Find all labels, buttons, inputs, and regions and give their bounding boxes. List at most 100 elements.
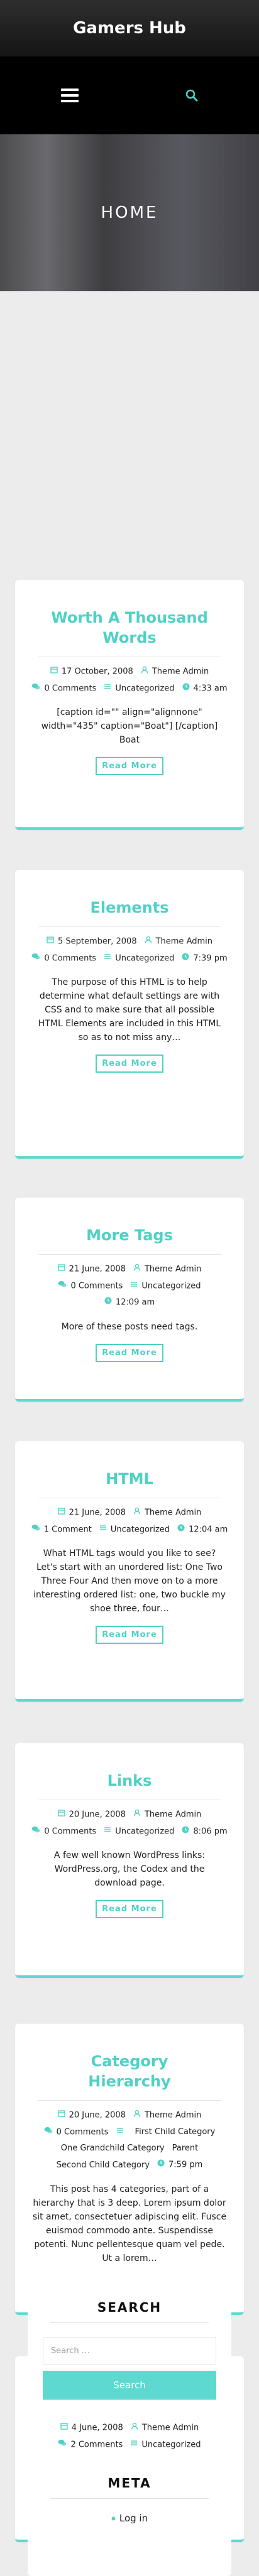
post-comments[interactable]: 0 Comments <box>31 1823 96 1840</box>
post-date[interactable]: 5 September, 2008 <box>47 933 137 950</box>
post-author[interactable]: Theme Admin <box>133 1505 201 1521</box>
post-card: More Tags 21 June, 2008 Theme Admin 0 Comme… <box>15 1198 244 1402</box>
post-author[interactable]: Theme Admin <box>133 1806 201 1823</box>
clock-icon <box>182 680 190 697</box>
post-category-label[interactable]: Uncategorized <box>141 2440 201 2449</box>
post-author[interactable]: Theme Admin <box>133 1261 201 1278</box>
post-title[interactable]: Worth A Thousand Words <box>48 608 211 648</box>
post-meta: 20 June, 2008 Theme Admin 0 Comments First … <box>26 2107 233 2174</box>
post-title[interactable]: Category Hierarchy <box>48 2051 211 2091</box>
post-date[interactable]: 21 June, 2008 <box>57 1261 126 1278</box>
read-more-button[interactable]: Read More <box>96 757 163 775</box>
read-more-button[interactable]: Read More <box>96 1900 163 1918</box>
post-comments-label[interactable]: 2 Comments <box>70 2440 123 2449</box>
calendar-icon <box>50 663 58 680</box>
post-author[interactable]: Theme Admin <box>145 933 212 950</box>
post-author-label[interactable]: Theme Admin <box>142 2423 199 2433</box>
post-card-content: Links 20 June, 2008 Theme Admin 0 Comments U… <box>15 1771 244 1918</box>
divider <box>50 2322 209 2323</box>
post-category-link[interactable]: One Grandchild Category <box>61 2140 165 2157</box>
post-comments-label[interactable]: 1 Comment <box>44 1525 92 1534</box>
post-date-label[interactable]: 17 October, 2008 <box>62 667 133 677</box>
post-category[interactable]: Uncategorized <box>104 680 175 697</box>
post-date-label[interactable]: 4 June, 2008 <box>72 2423 123 2433</box>
user-icon <box>145 933 152 950</box>
post-comments[interactable]: 0 Comments <box>31 950 96 967</box>
post-comments[interactable]: 1 Comment <box>31 1521 92 1538</box>
search-input[interactable] <box>43 2337 216 2364</box>
post-date[interactable]: 20 June, 2008 <box>57 2107 126 2124</box>
search-icon[interactable] <box>185 89 198 102</box>
divider <box>38 2100 221 2101</box>
clock-icon <box>157 2157 165 2173</box>
post-comments-label[interactable]: 0 Comments <box>44 1827 96 1836</box>
post-date[interactable]: 20 June, 2008 <box>57 1806 126 1823</box>
post-date-label[interactable]: 20 June, 2008 <box>69 1810 126 1820</box>
read-more-button[interactable]: Read More <box>96 1626 163 1644</box>
post-comments-label[interactable]: 0 Comments <box>44 953 96 963</box>
post-comments-label[interactable]: 0 Comments <box>57 2127 109 2137</box>
user-icon <box>133 2107 141 2123</box>
post-time-label: 12:09 am <box>115 1297 155 1307</box>
post-category-link[interactable]: First Child Category <box>135 2124 216 2140</box>
post-comments[interactable]: 0 Comments <box>58 1278 123 1295</box>
bullet-icon <box>111 2516 116 2521</box>
meta-widget-title: META <box>107 2476 152 2491</box>
post-author-label[interactable]: Theme Admin <box>145 1508 201 1518</box>
folder-icon <box>104 680 111 697</box>
user-icon <box>133 1505 141 1521</box>
post-title[interactable]: More Tags <box>48 1225 211 1245</box>
post-author-label[interactable]: Theme Admin <box>145 1265 201 1274</box>
post-comments[interactable]: 0 Comments <box>44 2124 109 2141</box>
folder-icon <box>104 950 111 967</box>
post-category-link[interactable]: Parent <box>172 2140 199 2157</box>
post-title[interactable]: Elements <box>48 898 211 918</box>
post-comments[interactable]: 0 Comments <box>31 680 96 697</box>
post-author-label[interactable]: Theme Admin <box>145 1810 201 1820</box>
post-excerpt: A few well known WordPress links: WordPr… <box>53 1850 206 1888</box>
menu-bar <box>61 94 79 97</box>
post-card-content: Elements 5 September, 2008 Theme Admin 0 Co… <box>15 898 244 1073</box>
post-category-link[interactable]: Second Child Category <box>57 2157 150 2174</box>
post-date[interactable]: 17 October, 2008 <box>50 663 133 680</box>
post-category[interactable]: Uncategorized <box>130 1278 201 1295</box>
post-title[interactable]: Links <box>48 1771 211 1791</box>
post-excerpt: [caption id="" align="alignnone" width="… <box>41 707 218 745</box>
post-comments-label[interactable]: 0 Comments <box>70 1281 123 1291</box>
post-category[interactable]: Uncategorized <box>99 1521 170 1538</box>
calendar-icon <box>57 2107 65 2123</box>
meta-item-login[interactable]: Log in <box>28 2513 231 2524</box>
read-more-button[interactable]: Read More <box>96 1343 163 1362</box>
post-date[interactable]: 21 June, 2008 <box>57 1505 126 1521</box>
meta-widget: META Log in <box>28 2450 231 2576</box>
post-date-label[interactable]: 5 September, 2008 <box>58 937 137 947</box>
post-category-label[interactable]: Uncategorized <box>141 1281 201 1291</box>
post-date-label[interactable]: 20 June, 2008 <box>69 2111 126 2120</box>
folder-icon <box>130 1278 138 1294</box>
post-author[interactable]: Theme Admin <box>133 2107 201 2124</box>
post-title[interactable]: HTML <box>48 1469 211 1489</box>
post-category[interactable]: Uncategorized <box>104 1823 174 1840</box>
meta-list: Log in <box>28 2513 231 2524</box>
post-author-label[interactable]: Theme Admin <box>145 2111 201 2120</box>
post-card: Links 20 June, 2008 Theme Admin 0 Comments U… <box>15 1743 244 1978</box>
folder-icon <box>116 2124 124 2140</box>
post-comments-label[interactable]: 0 Comments <box>44 684 96 693</box>
post-date-label[interactable]: 21 June, 2008 <box>69 1508 126 1518</box>
post-time-label: 7:59 pm <box>168 2160 203 2170</box>
post-category[interactable]: Uncategorized <box>104 950 174 967</box>
hamburger-menu-icon[interactable] <box>61 89 79 102</box>
post-author-label[interactable]: Theme Admin <box>156 937 212 947</box>
post-category-label[interactable]: Uncategorized <box>115 684 174 693</box>
read-more-button[interactable]: Read More <box>96 1055 163 1073</box>
post-category-label[interactable]: Uncategorized <box>115 1827 174 1836</box>
post-excerpt: What HTML tags would you like to see? Le… <box>33 1548 226 1614</box>
post-card: Worth A Thousand Words 17 October, 2008 Th… <box>15 580 244 830</box>
post-author[interactable]: Theme Admin <box>141 663 209 680</box>
site-title[interactable]: Gamers Hub <box>73 19 186 38</box>
post-author-label[interactable]: Theme Admin <box>152 667 209 677</box>
post-category-label[interactable]: Uncategorized <box>115 953 174 963</box>
post-category-label[interactable]: Uncategorized <box>111 1525 170 1534</box>
search-button[interactable]: Search <box>43 2371 216 2400</box>
post-date-label[interactable]: 21 June, 2008 <box>69 1265 126 1274</box>
